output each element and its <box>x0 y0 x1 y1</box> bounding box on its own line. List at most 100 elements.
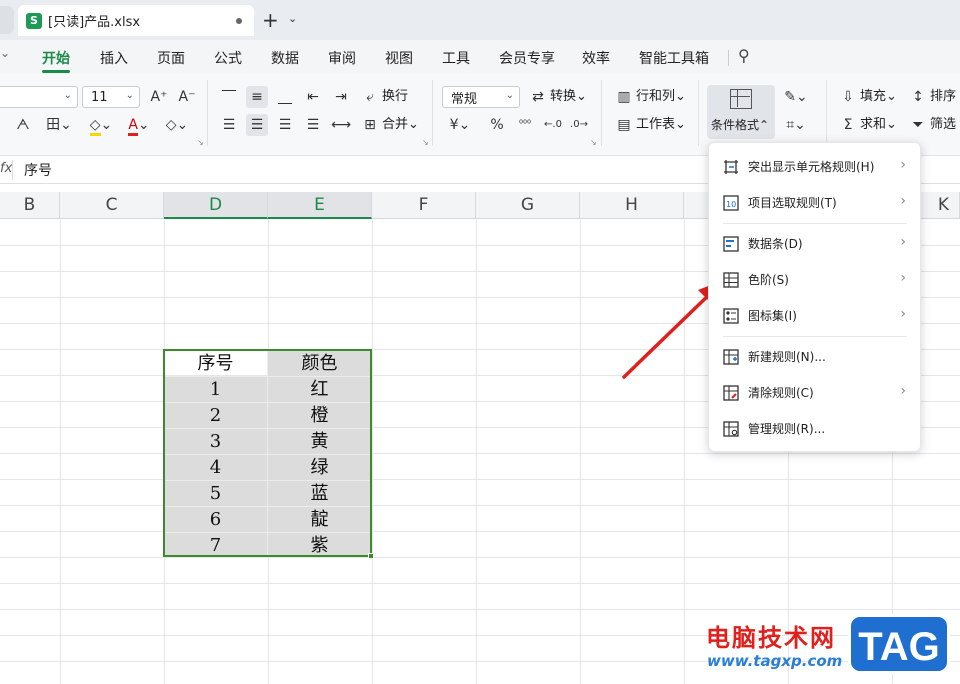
watermark-site-name: 电脑技术网 <box>706 624 836 652</box>
new-tab-button[interactable]: + <box>262 8 279 32</box>
increase-decimal-icon[interactable]: ←.0 <box>542 114 564 136</box>
fill-color-icon[interactable]: ◇⌄ <box>84 114 118 136</box>
crop-icon[interactable]: ⌗⌄ <box>782 114 810 136</box>
tab-data[interactable]: 数据 <box>271 48 299 68</box>
menu-item-highlight-rules[interactable]: 突出显示单元格规则(H) › <box>709 151 922 183</box>
currency-button[interactable]: ¥⌄ <box>446 114 474 136</box>
distribute-icon[interactable]: ⟷ <box>330 114 352 136</box>
chevron-right-icon: › <box>900 383 906 399</box>
align-top-icon[interactable]: ⎺ <box>218 86 240 108</box>
justify-icon[interactable]: ☰ <box>302 114 324 136</box>
align-middle-icon[interactable]: ≡ <box>246 86 268 108</box>
menu-item-color-scales[interactable]: 色阶(S) › <box>709 264 922 296</box>
decrease-font-icon[interactable]: A⁻ <box>176 86 198 108</box>
font-name-select[interactable]: ⌄ <box>0 86 78 108</box>
font-size-select[interactable]: 11 ⌄ <box>82 86 140 108</box>
menu-item-top-bottom-rules[interactable]: 10 项目选取规则(T) › <box>709 187 922 219</box>
column-header-g[interactable]: G <box>476 192 580 219</box>
strikethrough-icon[interactable]: ᗅ <box>12 114 34 136</box>
sort-button[interactable]: 排序 <box>930 86 956 108</box>
grid-line <box>60 220 61 684</box>
column-header-b[interactable]: B <box>0 192 60 219</box>
menu-item-data-bars[interactable]: 数据条(D) › <box>709 228 922 260</box>
align-left-icon[interactable]: ☰ <box>218 114 240 136</box>
convert-icon[interactable]: ⇄ <box>528 86 548 108</box>
sum-button[interactable]: 求和⌄ <box>860 114 897 136</box>
tab-formula[interactable]: 公式 <box>214 48 242 68</box>
align-bottom-icon[interactable]: ⎽ <box>274 86 296 108</box>
previous-tab[interactable] <box>0 6 14 34</box>
fill-button[interactable]: 填充⌄ <box>860 86 897 108</box>
tab-smart-toolbox[interactable]: 智能工具箱 <box>639 48 709 68</box>
tab-list-chevron-icon[interactable]: ⌄ <box>288 12 297 25</box>
column-header-e[interactable]: E <box>268 192 372 219</box>
menu-item-clear-rules[interactable]: 清除规则(C) › <box>709 377 922 409</box>
unsaved-dot-icon[interactable] <box>236 18 242 24</box>
svg-text:10: 10 <box>726 200 736 209</box>
column-header-c[interactable]: C <box>60 192 164 219</box>
spreadsheet-icon: S <box>26 12 42 29</box>
menu-item-manage-rules[interactable]: 管理规则(R)... <box>709 413 922 445</box>
number-format-select[interactable]: 常规 ⌄ <box>442 86 520 108</box>
menu-item-new-rule[interactable]: 新建规则(N)... <box>709 341 922 373</box>
document-tab[interactable]: S [只读]产品.xlsx <box>18 5 254 36</box>
tab-review[interactable]: 审阅 <box>328 48 356 68</box>
menu-item-label: 项目选取规则(T) <box>748 196 837 210</box>
sum-icon[interactable]: Σ <box>838 114 858 136</box>
increase-font-icon[interactable]: A⁺ <box>148 86 170 108</box>
sort-icon[interactable]: ↕ <box>908 86 928 108</box>
chevron-right-icon: › <box>900 234 906 250</box>
font-color-icon[interactable]: A⌄ <box>124 114 154 136</box>
clear-format-icon[interactable]: ◇⌄ <box>162 114 192 136</box>
border-icon[interactable]: 田⌄ <box>44 114 74 136</box>
menu-item-label: 清除规则(C) <box>748 386 814 400</box>
font-dialog-launcher-icon[interactable]: ↘ <box>197 138 204 147</box>
convert-button[interactable]: 转换⌄ <box>550 86 587 108</box>
filter-button[interactable]: 筛选 <box>930 114 956 136</box>
tab-insert[interactable]: 插入 <box>100 48 128 68</box>
merge-cells-icon[interactable]: ⊞ <box>360 114 380 136</box>
conditional-format-icon <box>730 89 752 109</box>
fill-icon[interactable]: ⇩ <box>838 86 858 108</box>
menu-item-label: 突出显示单元格规则(H) <box>748 160 875 174</box>
decrease-indent-icon[interactable]: ⇤ <box>302 86 324 108</box>
number-dialog-launcher-icon[interactable]: ↘ <box>590 138 597 147</box>
search-icon[interactable]: ⚲ <box>738 46 750 65</box>
percent-button[interactable]: % <box>486 114 508 136</box>
tab-page[interactable]: 页面 <box>157 48 185 68</box>
menu-divider <box>728 50 729 66</box>
wrap-text-icon[interactable]: ⤶ <box>360 86 380 108</box>
selection-border <box>163 349 372 557</box>
menu-item-icon-sets[interactable]: 图标集(I) › <box>709 300 922 332</box>
decrease-decimal-icon[interactable]: .0→ <box>568 114 590 136</box>
formula-input[interactable]: 序号 <box>24 160 52 180</box>
wrap-text-label[interactable]: 换行 <box>382 86 408 108</box>
column-header-d[interactable]: D <box>164 192 268 219</box>
conditional-format-label: 条件格式⌃ <box>711 118 770 132</box>
format-painter-icon[interactable]: ✎⌄ <box>782 86 810 108</box>
merge-label[interactable]: 合并⌄ <box>382 114 419 136</box>
increase-indent-icon[interactable]: ⇥ <box>330 86 352 108</box>
fill-handle[interactable] <box>368 553 374 559</box>
tab-view[interactable]: 视图 <box>385 48 413 68</box>
tab-member[interactable]: 会员专享 <box>499 48 555 68</box>
ribbon-divider <box>698 80 699 146</box>
worksheet-icon[interactable]: ▤ <box>614 114 634 136</box>
tab-home[interactable]: 开始 <box>42 48 70 68</box>
active-tab-indicator <box>42 70 70 73</box>
rows-columns-icon[interactable]: ▥ <box>614 86 634 108</box>
tab-tools[interactable]: 工具 <box>442 48 470 68</box>
column-header-h[interactable]: H <box>580 192 684 219</box>
tab-efficiency[interactable]: 效率 <box>582 48 610 68</box>
column-header-f[interactable]: F <box>372 192 476 219</box>
worksheet-button[interactable]: 工作表⌄ <box>636 114 686 136</box>
alignment-dialog-launcher-icon[interactable]: ↘ <box>422 138 429 147</box>
chevron-down-icon[interactable]: ⌄ <box>0 46 10 60</box>
align-center-icon[interactable]: ☰ <box>246 114 268 136</box>
fx-icon[interactable]: fx <box>0 161 12 176</box>
align-right-icon[interactable]: ☰ <box>274 114 296 136</box>
conditional-format-menu: 突出显示单元格规则(H) › 10 项目选取规则(T) › 数据条(D) › 色… <box>708 142 921 452</box>
rows-columns-button[interactable]: 行和列⌄ <box>636 86 686 108</box>
thousands-separator-icon[interactable]: ⁰⁰⁰ <box>514 114 536 136</box>
filter-icon[interactable]: ⏷ <box>908 114 928 136</box>
